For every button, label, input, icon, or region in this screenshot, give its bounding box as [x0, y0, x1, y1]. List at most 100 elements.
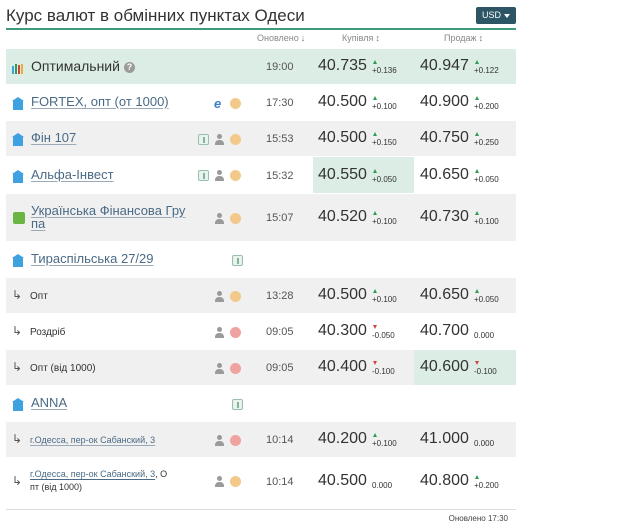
- person-icon[interactable]: [214, 290, 225, 302]
- branch-name: Опт (від 1000): [30, 363, 96, 374]
- buy-rate: 40.550: [318, 165, 367, 183]
- buy-delta: +0.100: [372, 102, 397, 111]
- branch-arrow-icon: ↳: [12, 324, 23, 338]
- currency-select-button[interactable]: USD: [476, 7, 516, 24]
- info-badge-icon[interactable]: [232, 254, 243, 266]
- sell-rate: 40.730: [420, 208, 469, 225]
- table-row[interactable]: Оптимальний? 19:00 40.735 +0.136 40.947 +0.12…: [6, 49, 516, 85]
- status-dot-yellow-icon: [230, 212, 241, 224]
- table-row[interactable]: ↳ г.Одесса, пер-ок Сабанский, 3, Опт (від…: [6, 458, 516, 505]
- person-icon[interactable]: [214, 170, 225, 181]
- sell-rate: 40.700: [420, 322, 469, 339]
- info-badge-icon[interactable]: [232, 398, 243, 410]
- trend-up-icon: [475, 168, 479, 173]
- branch-arrow-icon: ↳: [12, 360, 23, 374]
- table-row[interactable]: Тираспільська 27/29: [6, 242, 516, 278]
- help-icon[interactable]: ?: [123, 61, 135, 73]
- bank-icon: [12, 97, 24, 110]
- buy-rate: 40.400: [318, 358, 367, 375]
- exchanger-name-link[interactable]: Українська Фінансова Гру па: [31, 204, 185, 230]
- status-dot-yellow-icon: [230, 290, 241, 302]
- sell-rate: 40.900: [420, 93, 469, 110]
- buy-delta: -0.050: [372, 331, 395, 340]
- status-dot-red-icon: [230, 434, 241, 446]
- update-time: 10:14: [266, 475, 294, 488]
- sell-delta: +0.100: [474, 217, 499, 226]
- buy-rate: 40.200: [318, 430, 367, 447]
- sell-rate: 40.650: [420, 165, 469, 183]
- table-footer: Оновлено 17:30: [6, 509, 516, 531]
- table-row[interactable]: ↳ г.Одесса, пер-ок Сабанский, 3 10:14 40.20…: [6, 422, 516, 458]
- trend-up-icon: [373, 168, 377, 173]
- column-header-updated[interactable]: Оновлено ↓: [257, 33, 305, 47]
- info-badge-icon[interactable]: [198, 170, 209, 181]
- buy-rate: 40.500: [318, 286, 367, 303]
- buy-delta: +0.150: [372, 138, 397, 147]
- branch-address-link[interactable]: г.Одесса, пер-ок Сабанский, 3: [30, 469, 155, 479]
- sell-rate: 40.750: [420, 129, 469, 146]
- sell-delta: +0.122: [474, 66, 499, 75]
- table-row[interactable]: ↳ Опт 13:28 40.500 +0.100 40.650 +0.050: [6, 278, 516, 314]
- person-icon[interactable]: [214, 212, 225, 224]
- exchanger-name-link[interactable]: Тираспільська 27/29: [31, 252, 154, 266]
- update-time: 13:28: [266, 290, 294, 302]
- table-row[interactable]: ↳ Роздріб 09:05 40.300 -0.050 40.700 0.000: [6, 314, 516, 350]
- status-dot-yellow-icon: [230, 97, 241, 109]
- buy-rate: 40.500: [318, 129, 367, 146]
- exchanger-name-link[interactable]: ANNA: [31, 396, 67, 410]
- buy-delta: +0.100: [372, 217, 397, 226]
- table-row[interactable]: Фін 107 15:53 40.500 +0.150 40.750 +0.250: [6, 121, 516, 157]
- branch-name: Опт: [30, 291, 48, 302]
- status-dot-yellow-icon: [230, 476, 241, 487]
- sell-delta: -0.100: [474, 367, 497, 376]
- branch-arrow-icon: ↳: [12, 473, 23, 488]
- branch-address-link[interactable]: г.Одесса, пер-ок Сабанский, 3: [30, 434, 155, 447]
- update-time: 10:14: [266, 434, 294, 446]
- update-time: 15:07: [266, 212, 294, 224]
- trend-up-icon: [475, 96, 479, 100]
- trend-up-icon: [475, 211, 479, 215]
- person-icon[interactable]: [214, 434, 225, 446]
- info-badge-icon[interactable]: [198, 133, 209, 145]
- column-header-buy[interactable]: Купівля ↕: [342, 33, 380, 47]
- table-row[interactable]: Українська Фінансова Гру па 15:07 40.520 +0.…: [6, 194, 516, 242]
- sell-rate: 41.000: [420, 430, 469, 447]
- person-icon[interactable]: [214, 476, 225, 487]
- column-header-sell[interactable]: Продаж ↕: [444, 33, 483, 47]
- buy-delta: +0.100: [372, 295, 397, 304]
- update-time: 15:32: [266, 169, 294, 182]
- sell-delta: +0.050: [474, 295, 499, 304]
- exchanger-name: Оптимальний?: [31, 59, 135, 73]
- table-row[interactable]: Альфа-Інвест 15:32 40.550 +0.050 40.650 +0.05…: [6, 157, 516, 194]
- person-icon[interactable]: [214, 133, 225, 145]
- update-time: 17:30: [266, 97, 294, 109]
- buy-delta: +0.050: [372, 174, 397, 184]
- exchanger-name-link[interactable]: FORTEX, опт (от 1000): [31, 95, 169, 109]
- status-dot-red-icon: [230, 326, 241, 338]
- status-dot-red-icon: [230, 362, 241, 374]
- exchanger-name-link[interactable]: Фін 107: [31, 131, 76, 145]
- update-time: 15:53: [266, 133, 294, 145]
- trend-down-icon: [475, 361, 479, 365]
- bank-icon: [12, 169, 24, 183]
- buy-delta: +0.136: [372, 66, 397, 75]
- sell-delta: +0.200: [474, 102, 499, 111]
- updated-timestamp: Оновлено 17:30: [448, 514, 508, 523]
- trend-up-icon: [475, 60, 479, 64]
- update-time: 09:05: [266, 326, 294, 338]
- person-icon[interactable]: [214, 326, 225, 338]
- bank-icon: [12, 254, 24, 267]
- table-row[interactable]: FORTEX, опт (от 1000) e 17:30 40.500 +0.100 4…: [6, 85, 516, 121]
- buy-delta: 0.000: [372, 480, 393, 490]
- trend-up-icon: [373, 289, 377, 293]
- table-row[interactable]: ANNA: [6, 386, 516, 422]
- trend-up-icon: [373, 211, 377, 215]
- trend-up-icon: [373, 433, 377, 437]
- sort-icon: ↕: [478, 33, 484, 43]
- exchanger-name-link[interactable]: Альфа-Інвест: [31, 167, 114, 182]
- person-icon[interactable]: [214, 362, 225, 374]
- table-row[interactable]: ↳ Опт (від 1000) 09:05 40.400 -0.100 40.600 -0…: [6, 350, 516, 386]
- chevron-down-icon: [504, 13, 510, 18]
- sell-rate: 40.650: [420, 286, 469, 303]
- buy-rate: 40.500: [318, 471, 367, 489]
